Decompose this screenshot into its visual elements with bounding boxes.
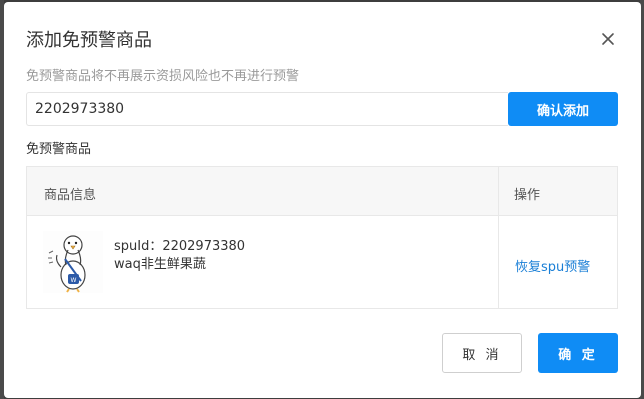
- add-exempt-product-dialog: 添加免预警商品 免预警商品将不再展示资损风险也不再进行预警 确认添加 免预警商品…: [4, 2, 641, 398]
- exempt-products-label: 免预警商品: [26, 142, 92, 157]
- cancel-button[interactable]: 取 消: [442, 333, 522, 373]
- close-icon[interactable]: [600, 31, 616, 47]
- confirm-add-button[interactable]: 确认添加: [508, 92, 618, 126]
- dialog-subtitle: 免预警商品将不再展示资损风险也不再进行预警: [26, 69, 300, 84]
- restore-spu-warning-link[interactable]: 恢复spu预警: [515, 256, 590, 275]
- spu-id-input[interactable]: [26, 92, 508, 126]
- svg-text:W: W: [71, 277, 77, 284]
- spu-id-text: spuId：2202973380: [114, 239, 246, 254]
- ok-button[interactable]: 确 定: [538, 333, 618, 373]
- column-header-action: 操作: [514, 188, 541, 203]
- duck-mascot-icon: W: [43, 231, 103, 293]
- dialog-title: 添加免预警商品: [26, 30, 152, 51]
- product-name-text: waq非生鲜果蔬: [114, 257, 206, 272]
- column-header-product-info: 商品信息: [44, 188, 97, 203]
- table-header: 商品信息 操作: [27, 167, 617, 216]
- exempt-products-table: 商品信息 操作 W spuId：2202973380 waq非生鲜果蔬 恢复sp…: [26, 166, 618, 309]
- add-product-form: 确认添加: [26, 92, 618, 126]
- column-divider: [498, 167, 499, 308]
